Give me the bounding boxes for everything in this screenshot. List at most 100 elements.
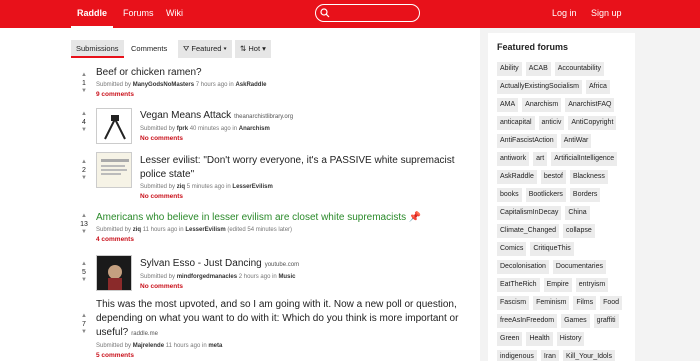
post-thumbnail[interactable]	[96, 152, 132, 188]
forum-link[interactable]: Anarchism	[239, 126, 270, 132]
tab-submissions[interactable]: Submissions	[71, 40, 124, 58]
post-title[interactable]: Americans who believe in lesser evilism …	[96, 211, 496, 225]
upvote-icon[interactable]: ▲	[78, 111, 90, 118]
comments-link[interactable]: No comments	[140, 283, 470, 290]
upvote-icon[interactable]: ▲	[78, 261, 90, 268]
forum-tag[interactable]: Anarchism	[522, 98, 562, 112]
forum-tag[interactable]: CritiqueThis	[530, 242, 574, 256]
forum-tag[interactable]: Documentaries	[552, 260, 606, 274]
forum-link[interactable]: meta	[208, 343, 222, 349]
author-link[interactable]: mindforgedmanacles	[177, 274, 237, 280]
forum-tag[interactable]: Feminism	[533, 296, 570, 310]
forum-tag[interactable]: ArtificialIntelligence	[551, 152, 618, 166]
forum-tag[interactable]: Empire	[543, 278, 572, 292]
forum-tag[interactable]: AntiCopyright	[568, 116, 617, 130]
forum-tag[interactable]: books	[497, 188, 522, 202]
forum-tag[interactable]: Bootlickers	[525, 188, 566, 202]
comments-link[interactable]: 5 comments	[96, 352, 476, 359]
search-input[interactable]	[315, 4, 420, 22]
downvote-icon[interactable]: ▼	[78, 277, 90, 284]
forum-tag[interactable]: AntiWar	[560, 134, 592, 148]
comments-link[interactable]: No comments	[140, 135, 470, 142]
forum-tag[interactable]: Kill_Your_Idols	[562, 350, 615, 361]
forum-tag[interactable]: History	[556, 332, 585, 346]
forum-link[interactable]: Music	[278, 274, 295, 280]
downvote-icon[interactable]: ▼	[78, 329, 90, 336]
forum-tag[interactable]: art	[533, 152, 548, 166]
forum-tag[interactable]: Blackness	[569, 170, 608, 184]
forum-tag[interactable]: collapse	[563, 224, 595, 238]
upvote-icon[interactable]: ▲	[78, 72, 90, 79]
forum-tag[interactable]: AntiFascistAction	[497, 134, 557, 148]
forum-tag[interactable]: Iran	[540, 350, 559, 361]
downvote-icon[interactable]: ▼	[78, 229, 90, 236]
tab-comments[interactable]: Comments	[126, 40, 172, 58]
forum-tag[interactable]: Food	[600, 296, 623, 310]
forum-tag[interactable]: Films	[573, 296, 597, 310]
forum-tag[interactable]: anticapital	[497, 116, 535, 130]
forum-tag[interactable]: Decolonisation	[497, 260, 549, 274]
forum-tag[interactable]: EatTheRich	[497, 278, 540, 292]
upvote-icon[interactable]: ▲	[78, 313, 90, 320]
author-link[interactable]: fprk	[177, 126, 188, 132]
forum-tag[interactable]: Accountability	[554, 62, 604, 76]
forum-tag[interactable]: Africa	[585, 80, 610, 94]
comments-link[interactable]: 9 comments	[96, 91, 496, 98]
signup-link[interactable]: Sign up	[591, 0, 622, 28]
login-link[interactable]: Log in	[552, 0, 577, 28]
author-link[interactable]: ManyGodsNoMasters	[133, 82, 194, 88]
forum-link[interactable]: AskRaddle	[235, 82, 266, 88]
forum-tag[interactable]: Fascism	[497, 296, 530, 310]
forum-tag[interactable]: Comics	[497, 242, 527, 256]
forum-tag[interactable]: Green	[497, 332, 523, 346]
score: 1	[82, 80, 86, 87]
forum-tag[interactable]: Games	[561, 314, 590, 328]
filter-icon: ⛛	[183, 44, 190, 53]
downvote-icon[interactable]: ▼	[78, 127, 90, 134]
upvote-icon[interactable]: ▲	[78, 159, 90, 166]
nav-wiki[interactable]: Wiki	[166, 0, 183, 28]
upvote-icon[interactable]: ▲	[78, 213, 90, 220]
forum-tag[interactable]: CapitalismInDecay	[497, 206, 562, 220]
author-link[interactable]: ziq	[177, 184, 185, 190]
forum-tag[interactable]: antiwork	[497, 152, 530, 166]
sort-hot-button[interactable]: ⇅ Hot ▾	[235, 40, 271, 58]
featured-filter-button[interactable]: ⛛ Featured ▾	[178, 40, 232, 58]
forum-tag[interactable]: AnarchistFAQ	[565, 98, 615, 112]
forum-tag[interactable]: indigenous	[497, 350, 537, 361]
forum-link[interactable]: LesserEvilism	[185, 227, 225, 233]
forum-tag[interactable]: Climate_Changed	[497, 224, 560, 238]
forum-tag[interactable]: graffiti	[593, 314, 619, 328]
forum-tag[interactable]: freeAsInFreedom	[497, 314, 558, 328]
downvote-icon[interactable]: ▼	[78, 88, 90, 95]
forum-tag[interactable]: ActuallyExistingSocialism	[497, 80, 582, 94]
forum-tag[interactable]: AskRaddle	[497, 170, 537, 184]
forum-tag[interactable]: Borders	[569, 188, 601, 202]
brand-link[interactable]: Raddle	[71, 0, 113, 28]
author-link[interactable]: Majrelende	[133, 343, 164, 349]
comments-link[interactable]: 4 comments	[96, 236, 496, 243]
post-title[interactable]: Sylvan Esso - Just Dancing youtube.com	[140, 257, 470, 272]
vote-box: ▲ 1 ▼	[78, 72, 90, 95]
downvote-icon[interactable]: ▼	[78, 175, 90, 182]
forum-tag[interactable]: Ability	[497, 62, 522, 76]
forum-tag[interactable]: Health	[526, 332, 553, 346]
author-link[interactable]: ziq	[133, 227, 141, 233]
forum-tag[interactable]: China	[565, 206, 590, 220]
comments-link[interactable]: No comments	[140, 193, 475, 200]
nav-forums[interactable]: Forums	[123, 0, 154, 28]
forum-tag[interactable]: bestof	[540, 170, 566, 184]
forum-tag[interactable]: anticiv	[538, 116, 565, 130]
list-item: Vegan Means Attack theanarchistlibrary.or…	[140, 109, 470, 142]
forum-link[interactable]: LesserEvilism	[232, 184, 272, 190]
post-title[interactable]: Vegan Means Attack theanarchistlibrary.or…	[140, 109, 470, 124]
post-title[interactable]: Beef or chicken ramen?	[96, 66, 496, 80]
forum-tag[interactable]: ACAB	[525, 62, 551, 76]
forum-tag[interactable]: AMA	[497, 98, 519, 112]
thumbnail-image	[97, 109, 131, 143]
post-title[interactable]: This was the most upvoted, and so I am g…	[96, 298, 476, 341]
post-thumbnail[interactable]	[96, 255, 132, 291]
post-thumbnail[interactable]	[96, 108, 132, 144]
forum-tag[interactable]: entryism	[575, 278, 609, 292]
post-title[interactable]: Lesser evilist: "Don't worry everyone, i…	[140, 154, 475, 182]
